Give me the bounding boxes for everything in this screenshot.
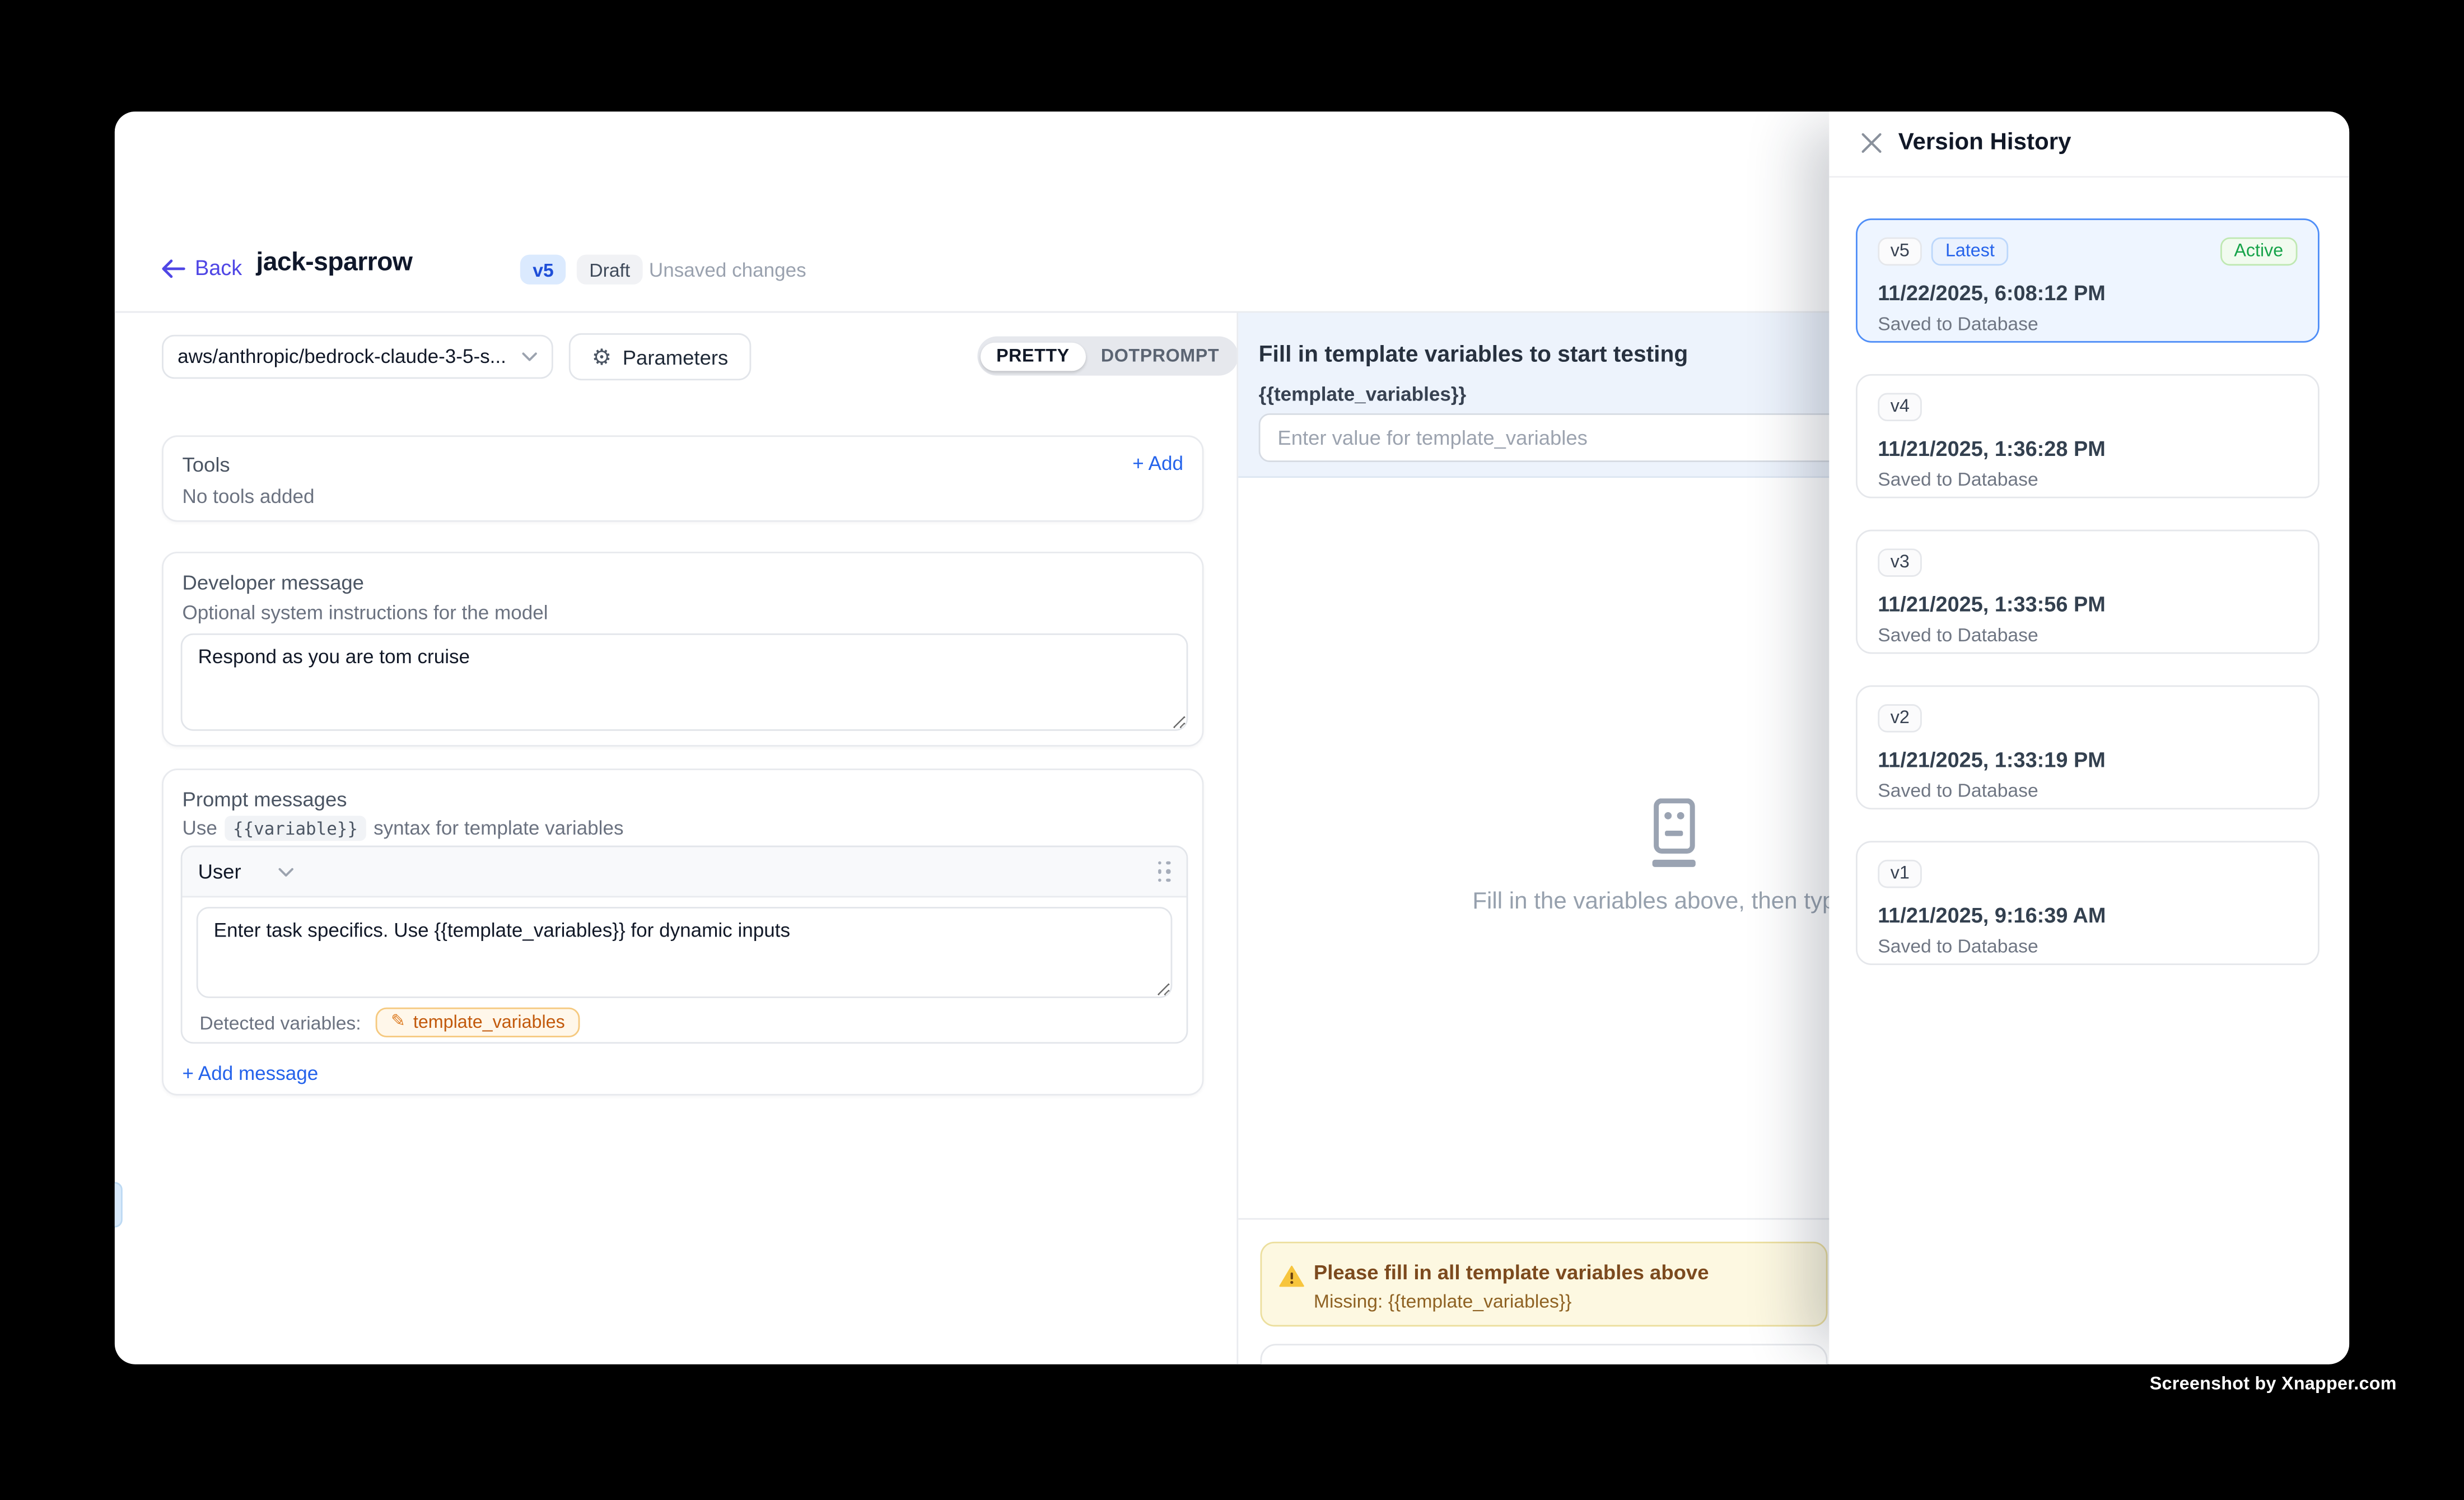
stage: Back jack-sparrow v5 Draft Unsaved chang…: [0, 0, 2464, 1500]
close-icon[interactable]: [1860, 132, 1882, 154]
pencil-icon: ✎: [391, 1014, 405, 1031]
parameters-button[interactable]: ⚙ Parameters: [569, 333, 752, 380]
add-message-button[interactable]: + Add message: [183, 1063, 319, 1084]
view-mode-toggle: PRETTY DOTPROMPT: [977, 337, 1238, 376]
version-timestamp: 11/21/2025, 1:33:56 PM: [1878, 593, 2105, 616]
version-number-badge: v2: [1878, 704, 1922, 733]
template-variable-chip[interactable]: ✎ template_variables: [375, 1008, 581, 1037]
version-timestamp: 11/21/2025, 1:36:28 PM: [1878, 437, 2105, 460]
warning-title: Please fill in all template variables ab…: [1314, 1260, 1709, 1284]
version-timestamp: 11/21/2025, 1:33:19 PM: [1878, 748, 2105, 772]
role-selector[interactable]: User: [198, 860, 295, 883]
toggle-dotprompt[interactable]: DOTPROMPT: [1085, 342, 1235, 370]
version-badge[interactable]: v5: [520, 255, 566, 285]
developer-message-title: Developer message: [183, 571, 364, 594]
version-timestamp: 11/21/2025, 9:16:39 AM: [1878, 904, 2106, 928]
message-body: Enter task specifics. Use {{template_var…: [183, 897, 1187, 1037]
banner-title: Fill in template variables to start test…: [1259, 343, 1688, 368]
unsaved-changes-text: Unsaved changes: [649, 259, 806, 281]
version-history-panel: Version History v5 Latest Active 11/22/2…: [1829, 111, 2349, 1364]
empty-state-text: Fill in the variables above, then type: [1472, 888, 1849, 915]
warning-detail: Missing: {{template_variables}}: [1314, 1291, 1572, 1312]
version-number-badge: v4: [1878, 393, 1922, 422]
chat-input-box-partial[interactable]: [1260, 1344, 1827, 1364]
version-card-v4[interactable]: v4 11/21/2025, 1:36:28 PM Saved to Datab…: [1856, 374, 2320, 499]
tools-empty-text: No tools added: [183, 486, 315, 507]
variable-syntax-chip: {{variable}}: [225, 816, 366, 841]
subtitle-suffix: syntax for template variables: [374, 817, 623, 839]
robot-face-icon: [1633, 798, 1715, 870]
page-title: jack-sparrow: [256, 248, 412, 278]
back-label: Back: [195, 256, 242, 279]
back-button[interactable]: Back: [162, 256, 242, 279]
tools-card: Tools + Add No tools added: [162, 435, 1203, 521]
app-window: Back jack-sparrow v5 Draft Unsaved chang…: [115, 111, 2349, 1364]
add-tool-button[interactable]: + Add: [1132, 453, 1183, 474]
detected-variables-row: Detected variables: ✎ template_variables: [197, 1008, 1173, 1037]
screenshot-root: Back jack-sparrow v5 Draft Unsaved chang…: [0, 0, 2464, 1500]
version-card-v5[interactable]: v5 Latest Active 11/22/2025, 6:08:12 PM …: [1856, 218, 2320, 343]
version-status: Saved to Database: [1878, 624, 2038, 646]
message-header: User: [183, 847, 1187, 897]
variable-value-input[interactable]: [1259, 413, 1850, 462]
version-number-badge: v1: [1878, 860, 1922, 888]
developer-message-subtitle: Optional system instructions for the mod…: [183, 602, 548, 624]
version-status: Saved to Database: [1878, 468, 2038, 490]
prompt-messages-card: Prompt messages Use {{variable}} syntax …: [162, 768, 1203, 1096]
version-card-v3[interactable]: v3 11/21/2025, 1:33:56 PM Saved to Datab…: [1856, 530, 2320, 654]
warning-box: Please fill in all template variables ab…: [1260, 1242, 1827, 1327]
gear-icon: ⚙: [592, 346, 612, 367]
prompt-messages-subtitle: Use {{variable}} syntax for template var…: [183, 816, 624, 841]
version-number-badge: v3: [1878, 548, 1922, 577]
developer-message-card: Developer message Optional system instru…: [162, 552, 1203, 747]
developer-message-textarea[interactable]: Respond as you are tom cruise: [181, 633, 1188, 731]
version-timestamp: 11/22/2025, 6:08:12 PM: [1878, 281, 2105, 305]
version-status: Saved to Database: [1878, 935, 2038, 957]
version-number-badge: v5: [1878, 237, 1922, 266]
variable-name: template_variables: [413, 1013, 565, 1032]
drag-handle[interactable]: [1158, 860, 1171, 882]
chevron-down-icon: [279, 867, 295, 877]
version-status: Saved to Database: [1878, 313, 2038, 334]
prompt-messages-title: Prompt messages: [183, 788, 347, 811]
message-textarea[interactable]: Enter task specifics. Use {{template_var…: [197, 907, 1173, 998]
model-selector-value: aws/anthropic/bedrock-claude-3-5-s...: [178, 346, 512, 367]
variable-label: {{template_variables}}: [1259, 384, 1466, 406]
version-history-header: Version History: [1829, 111, 2349, 178]
watermark-text: Screenshot by Xnapper.com: [2150, 1375, 2397, 1394]
tools-title: Tools: [183, 453, 230, 476]
parameters-label: Parameters: [623, 345, 729, 369]
model-selector[interactable]: aws/anthropic/bedrock-claude-3-5-s...: [162, 335, 553, 379]
subtitle-prefix: Use: [183, 817, 217, 839]
draft-badge: Draft: [577, 255, 643, 285]
active-badge: Active: [2220, 237, 2297, 266]
toggle-pretty[interactable]: PRETTY: [981, 342, 1085, 370]
detected-variables-label: Detected variables:: [199, 1012, 361, 1033]
version-status: Saved to Database: [1878, 780, 2038, 802]
arrow-left-icon: [162, 259, 185, 278]
version-card-v2[interactable]: v2 11/21/2025, 1:33:19 PM Saved to Datab…: [1856, 685, 2320, 809]
message-block: User Enter task specifics. Use {{templat…: [181, 846, 1188, 1044]
latest-badge: Latest: [1931, 237, 2009, 266]
version-card-v1[interactable]: v1 11/21/2025, 9:16:39 AM Saved to Datab…: [1856, 841, 2320, 965]
warning-icon: [1279, 1265, 1304, 1287]
role-value: User: [198, 860, 241, 883]
edge-peek-tab[interactable]: [115, 1182, 123, 1227]
version-history-title: Version History: [1898, 129, 2071, 156]
chevron-down-icon: [522, 352, 538, 362]
